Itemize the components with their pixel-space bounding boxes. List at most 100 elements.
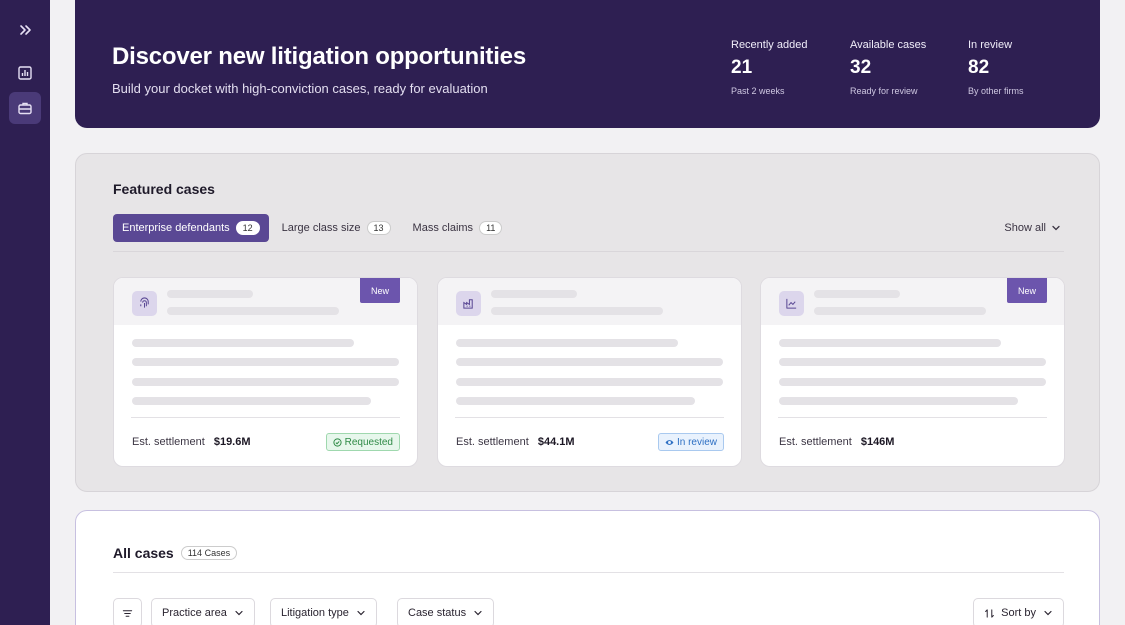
skeleton-line (132, 339, 354, 347)
est-settlement: Est. settlement $44.1M (456, 436, 575, 448)
stat-label: Available cases (850, 39, 927, 51)
skeleton-line (779, 397, 1018, 405)
skeleton-line (814, 307, 986, 315)
bar-chart-icon (18, 66, 32, 80)
skeleton-line (132, 378, 399, 386)
factory-icon (456, 291, 481, 316)
skeleton-line (167, 290, 253, 298)
tab-label: Mass claims (412, 222, 474, 234)
chevron-down-icon (357, 610, 365, 616)
skeleton-line (779, 358, 1046, 366)
litigation-type-dropdown[interactable]: Litigation type (270, 598, 377, 625)
divider (113, 572, 1064, 573)
tab-mass-claims[interactable]: Mass claims 11 (404, 214, 512, 242)
section-title: Featured cases (113, 181, 215, 197)
card-header (438, 278, 741, 325)
sidebar-item-cases[interactable] (9, 92, 41, 124)
sidebar-item-analytics[interactable] (9, 57, 41, 89)
tab-count: 13 (366, 221, 391, 235)
expand-sidebar-button[interactable] (9, 14, 41, 46)
divider (131, 417, 400, 418)
skeleton-line (456, 397, 695, 405)
stat-value: 82 (968, 57, 990, 78)
tab-label: Large class size (281, 222, 361, 234)
dropdown-label: Practice area (162, 607, 227, 619)
fingerprint-icon (132, 291, 157, 316)
skeleton-line (814, 290, 900, 298)
divider (113, 251, 1064, 252)
settlement-label: Est. settlement (456, 436, 529, 448)
page-title: Discover new litigation opportunities (112, 43, 526, 70)
stat-value: 32 (850, 57, 872, 78)
chevrons-right-icon (20, 25, 31, 35)
practice-area-dropdown[interactable]: Practice area (151, 598, 255, 625)
eye-icon (665, 439, 674, 445)
stat-sub: Past 2 weeks (731, 86, 785, 96)
cases-count-badge: 114 Cases (180, 546, 238, 560)
featured-cases-section: Featured cases Enterprise defendants 12 … (75, 153, 1100, 492)
case-status-dropdown[interactable]: Case status (397, 598, 495, 625)
briefcase-icon (18, 102, 32, 115)
est-settlement: Est. settlement $19.6M (132, 436, 251, 448)
stat-sub: Ready for review (850, 86, 918, 96)
status-label: In review (676, 436, 717, 448)
skeleton-line (167, 307, 339, 315)
filter-icon (122, 609, 133, 617)
skeleton-line (132, 358, 399, 366)
tab-enterprise-defendants[interactable]: Enterprise defendants 12 (113, 214, 269, 242)
stat-available-cases: Available cases 32 Ready for review (850, 39, 960, 96)
chevron-down-icon (1044, 610, 1052, 616)
section-title: All cases 114 Cases (113, 545, 238, 561)
est-settlement: Est. settlement $146M (779, 436, 894, 448)
settlement-value: $146M (860, 436, 895, 448)
stat-in-review: In review 82 By other firms (968, 39, 1078, 96)
settlement-label: Est. settlement (132, 436, 205, 448)
check-circle-icon (333, 437, 342, 447)
sidebar (0, 0, 50, 625)
show-all-label: Show all (1004, 222, 1046, 234)
show-all-button[interactable]: Show all (1004, 222, 1061, 234)
chevron-down-icon (474, 610, 482, 616)
case-card[interactable]: New Est. settlement $19.6M Requested (113, 277, 418, 467)
stat-label: In review (968, 39, 1013, 51)
tab-large-class-size[interactable]: Large class size 13 (273, 214, 400, 242)
hero-banner: Discover new litigation opportunities Bu… (75, 0, 1100, 128)
new-badge: New (360, 278, 400, 303)
divider (455, 417, 724, 418)
skeleton-line (491, 290, 577, 298)
chevron-down-icon (235, 610, 243, 616)
status-label: Requested (344, 436, 393, 448)
dropdown-label: Litigation type (281, 607, 349, 619)
skeleton-line (779, 339, 1001, 347)
stat-label: Recently added (731, 39, 808, 51)
skeleton-line (456, 358, 723, 366)
chart-icon (779, 291, 804, 316)
skeleton-line (456, 378, 723, 386)
page-subtitle: Build your docket with high-conviction c… (112, 81, 488, 96)
all-cases-section: All cases 114 Cases Practice area Litiga… (75, 510, 1100, 625)
tab-label: Enterprise defendants (122, 222, 230, 234)
filter-button[interactable] (113, 598, 142, 625)
case-card[interactable]: Est. settlement $44.1M In review (437, 277, 742, 467)
tab-count: 11 (479, 221, 503, 235)
tab-count: 12 (235, 221, 260, 235)
case-card[interactable]: New Est. settlement $146M (760, 277, 1065, 467)
sort-label: Sort by (1001, 607, 1036, 619)
sort-by-button[interactable]: Sort by (973, 598, 1064, 625)
filter-row: Practice area Litigation type Case statu… (113, 598, 1064, 625)
sort-icon (985, 608, 994, 618)
status-badge: Requested (325, 433, 400, 451)
all-cases-title: All cases (113, 545, 174, 561)
skeleton-line (132, 397, 371, 405)
skeleton-line (456, 339, 678, 347)
stat-sub: By other firms (968, 86, 1024, 96)
status-badge: In review (657, 433, 724, 451)
new-badge: New (1007, 278, 1047, 303)
featured-tabs: Enterprise defendants 12 Large class siz… (113, 214, 515, 242)
divider (778, 417, 1047, 418)
settlement-label: Est. settlement (779, 436, 852, 448)
chevron-down-icon (1052, 225, 1060, 231)
stat-recently-added: Recently added 21 Past 2 weeks (731, 39, 841, 96)
skeleton-line (491, 307, 663, 315)
settlement-value: $44.1M (537, 436, 575, 448)
